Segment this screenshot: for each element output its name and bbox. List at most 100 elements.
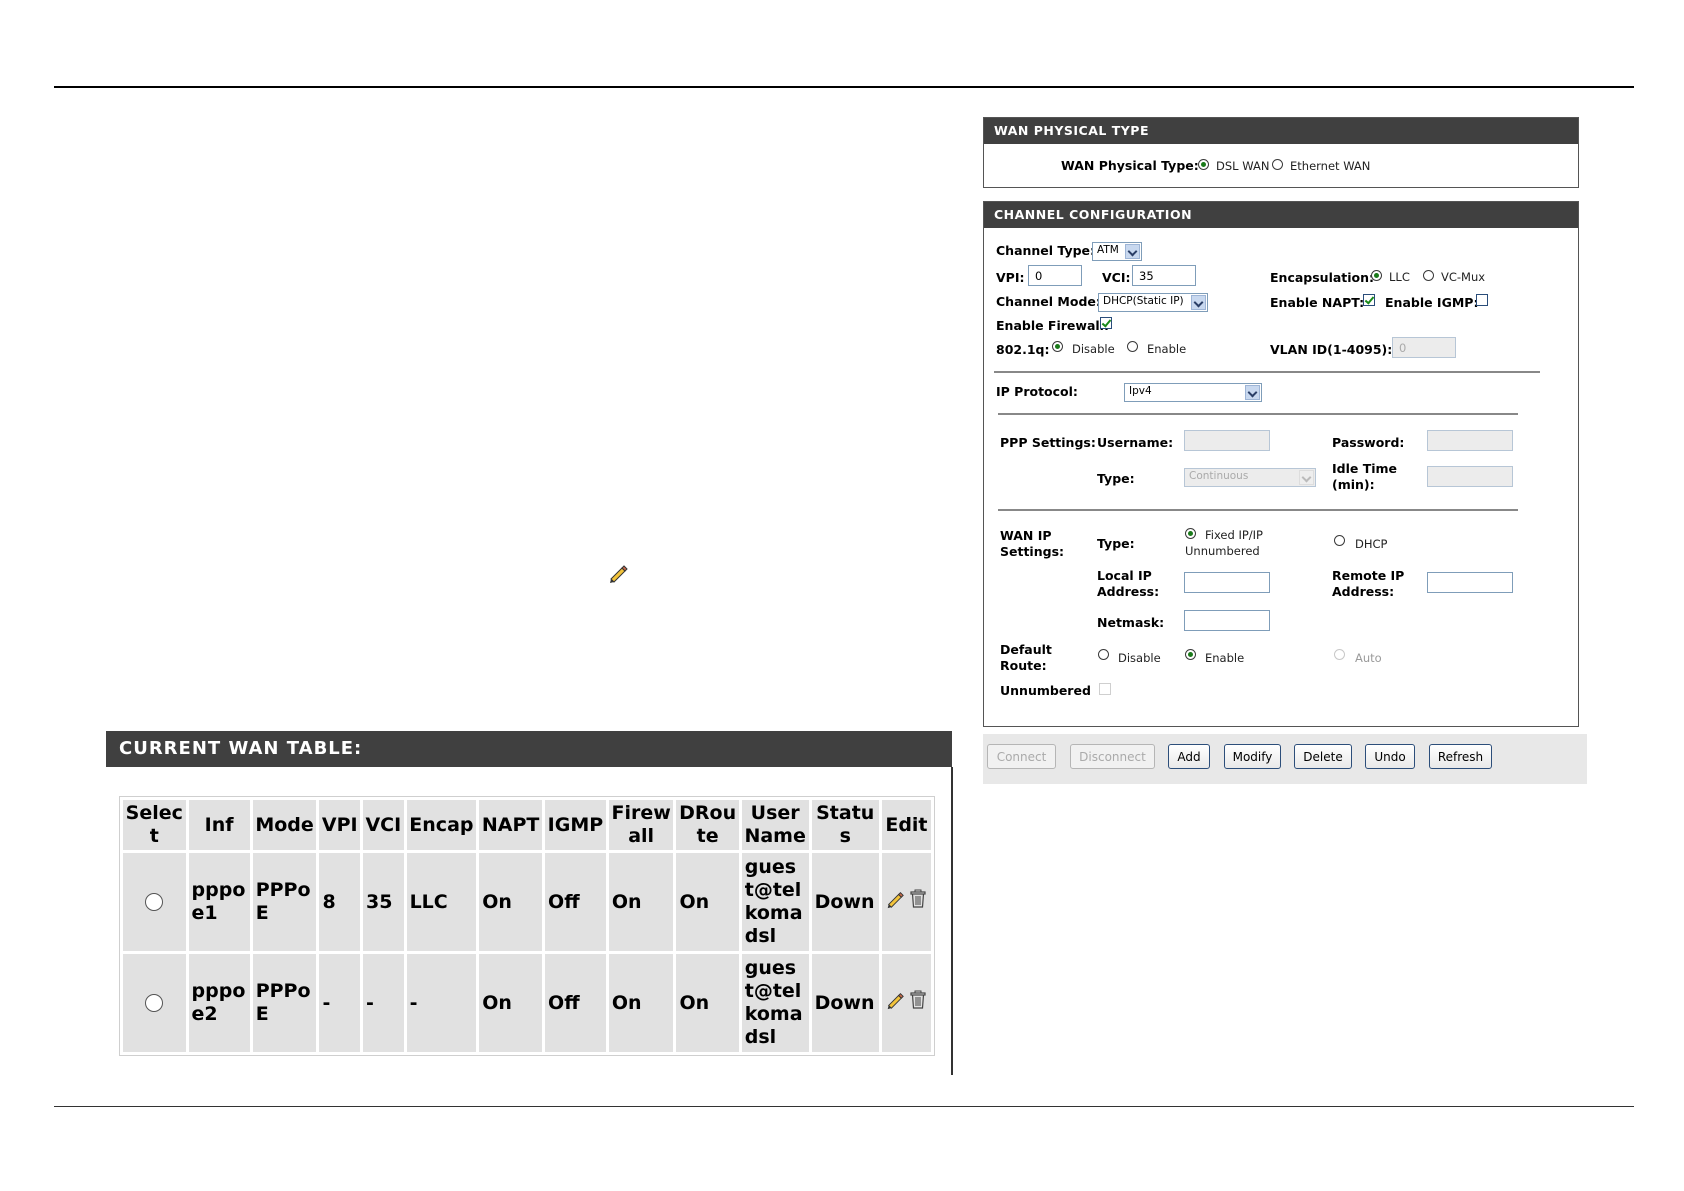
col-mode: Mode — [252, 800, 317, 850]
dot1q-enable-radio[interactable] — [1127, 341, 1138, 352]
username-cell: gues t@tel koma dsl — [741, 954, 809, 1052]
cell-text: pppo — [191, 879, 246, 901]
default-route-auto-radio[interactable] — [1334, 649, 1345, 660]
col-label: Firew — [611, 802, 671, 824]
dot1q-label: 802.1q: — [996, 342, 1050, 357]
encap-vcmux-label: VC-Mux — [1441, 270, 1486, 284]
cell-text: t@tel — [744, 980, 802, 1002]
channel-mode-select[interactable]: DHCP(Static IP) — [1098, 293, 1208, 312]
droute-cell: On — [676, 853, 739, 951]
encap-cell: LLC — [406, 853, 477, 951]
refresh-button[interactable]: Refresh — [1429, 744, 1492, 769]
igmp-cell: Off — [545, 954, 606, 1052]
enable-firewall-checkbox[interactable] — [1100, 317, 1112, 329]
wan-ip-fixed-radio[interactable] — [1185, 528, 1196, 539]
divider — [994, 371, 1540, 373]
vci-cell: - — [363, 954, 404, 1052]
vlan-id-label: VLAN ID(1-4095): — [1270, 342, 1393, 357]
vci-input[interactable] — [1132, 265, 1196, 286]
col-label: VCI — [365, 813, 402, 836]
default-route-enable-label: Enable — [1205, 651, 1245, 665]
unnumbered-checkbox[interactable] — [1099, 683, 1111, 695]
trash-icon[interactable] — [909, 889, 927, 909]
dot1q-disable-label: Disable — [1072, 342, 1115, 356]
vpi-input[interactable] — [1028, 265, 1082, 286]
pencil-icon[interactable] — [885, 990, 905, 1010]
col-label: Name — [744, 825, 806, 847]
wan-ip-dhcp-radio[interactable] — [1334, 535, 1345, 546]
encapsulation-label: Encapsulation: — [1270, 270, 1375, 285]
ppp-password-input[interactable] — [1427, 430, 1513, 451]
local-ip-label-line2: Address: — [1097, 584, 1160, 599]
wan-ip-fixed-label-line2: Unnumbered — [1185, 544, 1260, 558]
channel-configuration-panel: CHANNEL CONFIGURATION Channel Type: ATM … — [983, 201, 1579, 727]
ethernet-wan-radio[interactable] — [1272, 159, 1283, 170]
disconnect-button[interactable]: Disconnect — [1070, 744, 1155, 769]
enable-igmp-checkbox[interactable] — [1476, 294, 1488, 306]
default-route-label-line1: Default — [1000, 642, 1052, 657]
remote-ip-input[interactable] — [1427, 572, 1513, 593]
ip-protocol-select[interactable]: Ipv4 — [1124, 383, 1262, 402]
col-label: t — [149, 825, 159, 847]
wan-ip-fixed-label-line1: Fixed IP/IP — [1205, 528, 1263, 542]
modify-button[interactable]: Modify — [1224, 744, 1281, 769]
encap-vcmux-radio[interactable] — [1423, 270, 1434, 281]
delete-button[interactable]: Delete — [1294, 744, 1352, 769]
connect-button[interactable]: Connect — [987, 744, 1056, 769]
local-ip-input[interactable] — [1184, 572, 1270, 593]
col-inf: Inf — [188, 800, 250, 850]
mode-cell: PPPo E — [252, 954, 317, 1052]
ppp-settings-label: PPP Settings: — [1000, 435, 1096, 450]
add-button[interactable]: Add — [1168, 744, 1210, 769]
napt-cell: On — [479, 853, 543, 951]
ip-protocol-value: Ipv4 — [1129, 385, 1152, 397]
dropdown-arrow-icon — [1125, 244, 1140, 259]
default-route-disable-label: Disable — [1118, 651, 1161, 665]
wan-ip-dhcp-label: DHCP — [1355, 537, 1388, 551]
wan-physical-type-label: WAN Physical Type: — [1061, 158, 1199, 173]
dot1q-disable-radio[interactable] — [1052, 341, 1063, 352]
wan-table-header-row: Selec t Inf Mode VPI VCI Encap NAPT IGMP … — [123, 800, 931, 850]
channel-type-value: ATM — [1097, 244, 1119, 256]
ppp-password-label: Password: — [1332, 435, 1405, 450]
cell-text: PPPo — [255, 980, 311, 1002]
col-label: all — [628, 825, 655, 847]
ppp-type-value: Continuous — [1189, 470, 1249, 482]
enable-napt-checkbox[interactable] — [1363, 294, 1375, 306]
vci-label: VCI: — [1102, 270, 1131, 285]
col-label: Edit — [885, 813, 928, 836]
col-label: NAPT — [481, 813, 540, 836]
row-select-radio[interactable] — [145, 994, 164, 1012]
encap-llc-radio[interactable] — [1371, 270, 1382, 281]
trash-icon[interactable] — [909, 990, 927, 1010]
top-rule — [54, 86, 1634, 88]
enable-napt-label: Enable NAPT: — [1270, 295, 1365, 310]
vlan-id-input[interactable] — [1392, 337, 1456, 358]
firewall-cell: On — [608, 954, 674, 1052]
pencil-icon[interactable] — [885, 889, 905, 909]
ppp-username-input[interactable] — [1184, 430, 1270, 451]
channel-mode-value: DHCP(Static IP) — [1103, 295, 1184, 307]
cell-text: dsl — [744, 1026, 777, 1048]
channel-type-label: Channel Type: — [996, 243, 1096, 258]
ppp-username-label: Username: — [1097, 435, 1174, 450]
idle-time-input[interactable] — [1427, 466, 1513, 487]
droute-cell: On — [676, 954, 739, 1052]
undo-button[interactable]: Undo — [1365, 744, 1415, 769]
cell-text: e1 — [191, 902, 218, 924]
col-label: VPI — [321, 813, 358, 836]
col-droute: DRou te — [676, 800, 739, 850]
dsl-wan-radio[interactable] — [1198, 159, 1209, 170]
default-route-enable-radio[interactable] — [1185, 649, 1196, 660]
pencil-icon — [610, 565, 628, 583]
ppp-type-select[interactable]: Continuous — [1184, 468, 1316, 487]
default-route-disable-radio[interactable] — [1098, 649, 1109, 660]
napt-cell: On — [479, 954, 543, 1052]
vpi-cell: 8 — [319, 853, 361, 951]
row-select-radio[interactable] — [145, 893, 164, 911]
ppp-type-label: Type: — [1097, 471, 1135, 486]
channel-type-select[interactable]: ATM — [1092, 242, 1142, 261]
wan-physical-type-panel: WAN PHYSICAL TYPE WAN Physical Type: DSL… — [983, 117, 1579, 188]
table-row: pppo e2 PPPo E - - - On Off On On gues t@te… — [123, 954, 931, 1052]
netmask-input[interactable] — [1184, 610, 1270, 631]
